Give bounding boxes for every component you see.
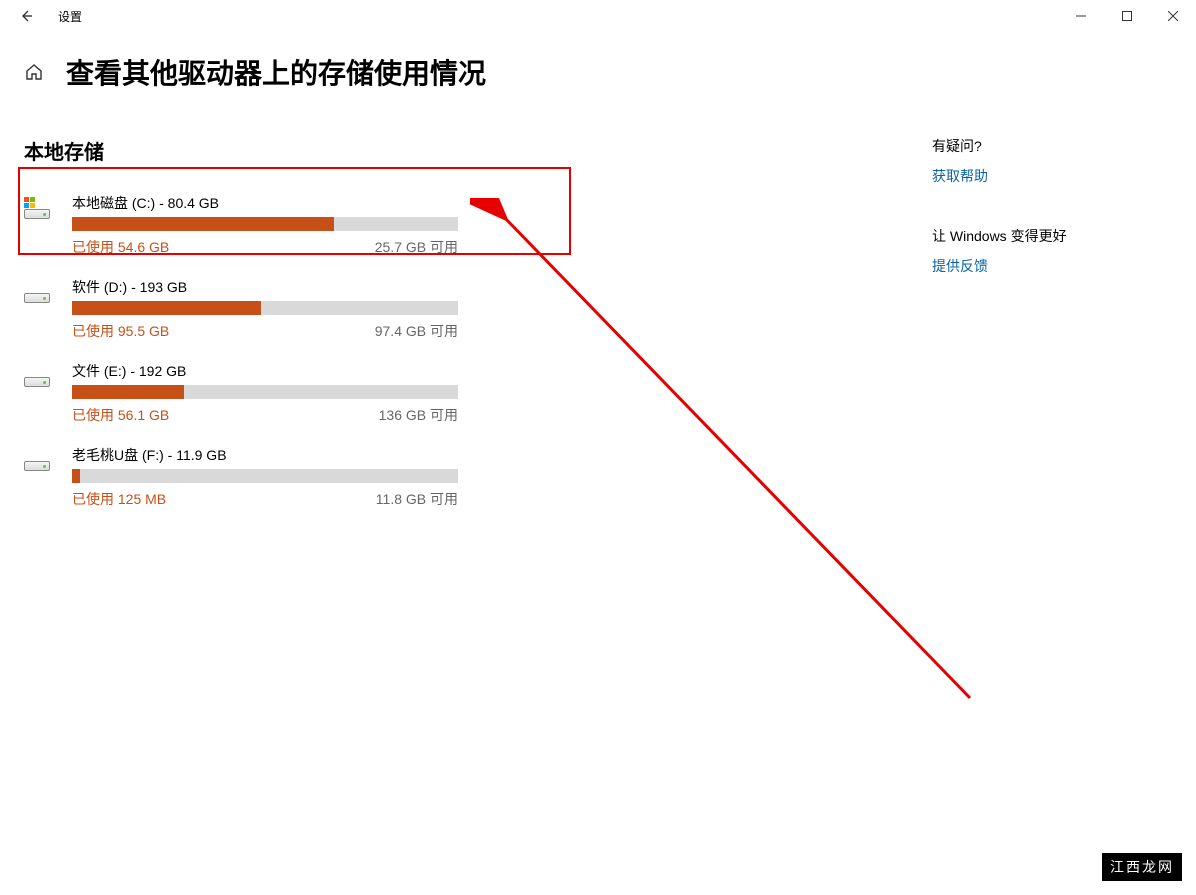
drive-icon: [24, 193, 60, 219]
back-button[interactable]: [12, 2, 40, 30]
help-link[interactable]: 获取帮助: [932, 166, 1172, 186]
usage-bar: [72, 301, 458, 315]
sidebar: 有疑问? 获取帮助 让 Windows 变得更好 提供反馈: [932, 106, 1172, 519]
used-label: 已使用 95.5 GB: [72, 321, 375, 341]
avail-label: 97.4 GB 可用: [375, 321, 458, 341]
close-icon: [1168, 11, 1178, 21]
used-label: 已使用 56.1 GB: [72, 405, 379, 425]
feedback-link[interactable]: 提供反馈: [932, 256, 1172, 276]
home-icon: [24, 62, 44, 82]
sidebar-question: 有疑问?: [932, 136, 1172, 156]
drive-item[interactable]: 软件 (D:) - 193 GB 已使用 95.5 GB97.4 GB 可用: [24, 267, 584, 351]
content-area: 本地存储 本地磁盘 (C:) - 80.4 GB 已使用 54.6 GB25.7 …: [0, 106, 1196, 519]
drive-list: 本地磁盘 (C:) - 80.4 GB 已使用 54.6 GB25.7 GB 可用…: [24, 183, 584, 519]
sidebar-improve-title: 让 Windows 变得更好: [932, 226, 1172, 246]
drive-item[interactable]: 老毛桃U盘 (F:) - 11.9 GB 已使用 125 MB11.8 GB 可用: [24, 435, 584, 519]
home-button[interactable]: [24, 62, 44, 82]
drive-body: 老毛桃U盘 (F:) - 11.9 GB 已使用 125 MB11.8 GB 可用: [72, 445, 584, 509]
avail-label: 11.8 GB 可用: [376, 489, 458, 509]
used-label: 已使用 125 MB: [72, 489, 376, 509]
drive-meta: 已使用 95.5 GB97.4 GB 可用: [72, 321, 458, 341]
titlebar: 设置: [0, 0, 1196, 32]
maximize-button[interactable]: [1104, 0, 1150, 32]
section-title: 本地存储: [24, 136, 584, 165]
drive-name: 软件 (D:) - 193 GB: [72, 277, 584, 297]
drive-meta: 已使用 125 MB11.8 GB 可用: [72, 489, 458, 509]
maximize-icon: [1122, 11, 1132, 21]
window-controls: [1058, 0, 1196, 32]
drive-meta: 已使用 54.6 GB25.7 GB 可用: [72, 237, 458, 257]
usage-bar-fill: [72, 301, 261, 315]
arrow-left-icon: [19, 9, 33, 23]
used-label: 已使用 54.6 GB: [72, 237, 375, 257]
drive-body: 本地磁盘 (C:) - 80.4 GB 已使用 54.6 GB25.7 GB 可用: [72, 193, 584, 257]
drive-icon: [24, 277, 60, 303]
drive-icon: [24, 361, 60, 387]
drive-name: 本地磁盘 (C:) - 80.4 GB: [72, 193, 584, 213]
avail-label: 25.7 GB 可用: [375, 237, 458, 257]
windows-icon: [24, 197, 36, 209]
usage-bar-fill: [72, 469, 80, 483]
watermark: 江西龙网: [1102, 853, 1182, 881]
window-title: 设置: [58, 8, 82, 25]
minimize-icon: [1076, 11, 1086, 21]
drive-name: 文件 (E:) - 192 GB: [72, 361, 584, 381]
usage-bar: [72, 385, 458, 399]
drive-body: 软件 (D:) - 193 GB 已使用 95.5 GB97.4 GB 可用: [72, 277, 584, 341]
drive-item[interactable]: 文件 (E:) - 192 GB 已使用 56.1 GB136 GB 可用: [24, 351, 584, 435]
drive-body: 文件 (E:) - 192 GB 已使用 56.1 GB136 GB 可用: [72, 361, 584, 425]
usage-bar: [72, 217, 458, 231]
usage-bar-fill: [72, 385, 184, 399]
drive-meta: 已使用 56.1 GB136 GB 可用: [72, 405, 458, 425]
drive-icon: [24, 445, 60, 471]
usage-bar-fill: [72, 217, 334, 231]
page-title: 查看其他驱动器上的存储使用情况: [66, 52, 486, 92]
avail-label: 136 GB 可用: [379, 405, 458, 425]
drive-name: 老毛桃U盘 (F:) - 11.9 GB: [72, 445, 584, 465]
close-button[interactable]: [1150, 0, 1196, 32]
main-column: 本地存储 本地磁盘 (C:) - 80.4 GB 已使用 54.6 GB25.7 …: [24, 106, 584, 519]
page-header: 查看其他驱动器上的存储使用情况: [0, 32, 1196, 106]
drive-item[interactable]: 本地磁盘 (C:) - 80.4 GB 已使用 54.6 GB25.7 GB 可用: [24, 183, 584, 267]
usage-bar: [72, 469, 458, 483]
minimize-button[interactable]: [1058, 0, 1104, 32]
